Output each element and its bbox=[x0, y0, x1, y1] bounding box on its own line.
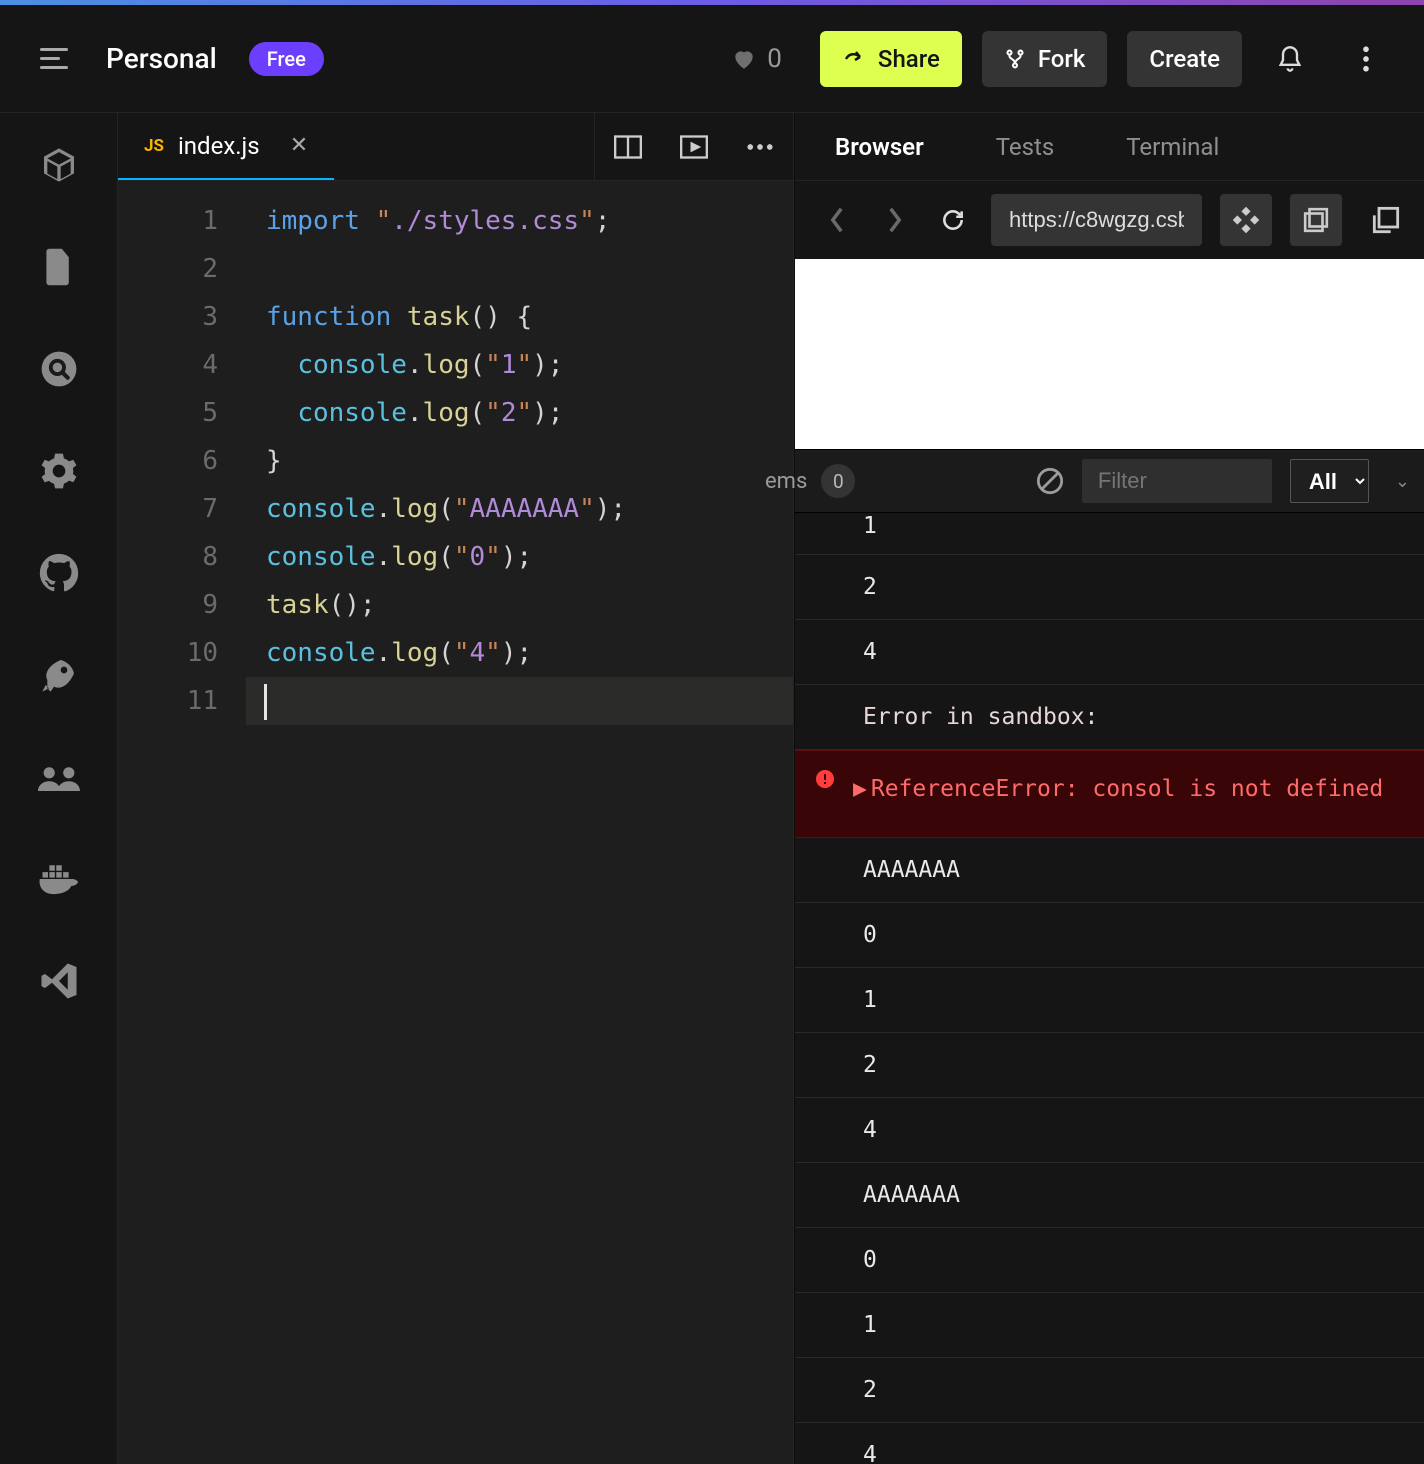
chevron-down-icon[interactable]: ⌄ bbox=[1395, 471, 1410, 492]
tab-terminal[interactable]: Terminal bbox=[1126, 133, 1219, 161]
docker-icon[interactable] bbox=[37, 857, 81, 901]
vscode-icon[interactable] bbox=[37, 959, 81, 1003]
console-log-row[interactable]: 1 bbox=[795, 513, 1424, 555]
app-header: Personal Free 0 Share Fork Create bbox=[0, 5, 1424, 113]
reload-icon bbox=[940, 207, 966, 233]
search-icon[interactable] bbox=[37, 347, 81, 391]
tab-tests[interactable]: Tests bbox=[996, 133, 1055, 161]
browser-forward-button[interactable] bbox=[875, 200, 915, 240]
console-level-select[interactable]: All bbox=[1290, 459, 1369, 503]
fork-icon bbox=[1004, 48, 1026, 70]
diamond-grid-icon bbox=[1233, 207, 1259, 233]
activity-bar bbox=[0, 113, 118, 1464]
chevron-right-icon bbox=[885, 206, 905, 234]
plan-badge[interactable]: Free bbox=[249, 42, 324, 76]
right-panel-tabs: Browser Tests Terminal bbox=[795, 113, 1424, 181]
error-icon bbox=[815, 769, 835, 789]
settings-icon[interactable] bbox=[37, 449, 81, 493]
console-toolbar: ems 0 All ⌄ bbox=[795, 449, 1424, 513]
console-log-row[interactable]: 0 bbox=[795, 1228, 1424, 1293]
fork-button[interactable]: Fork bbox=[982, 31, 1108, 87]
share-arrow-icon bbox=[842, 47, 866, 71]
browser-url-bar bbox=[795, 181, 1424, 259]
code-content[interactable]: import "./styles.css";function task() { … bbox=[246, 181, 793, 1464]
console-output[interactable]: 124Error in sandbox:▶ReferenceError: con… bbox=[795, 513, 1424, 1464]
dots-vertical-icon bbox=[1362, 46, 1370, 72]
bell-icon bbox=[1276, 45, 1304, 73]
console-log-row[interactable]: 4 bbox=[795, 620, 1424, 685]
console-log-row[interactable]: 4 bbox=[795, 1098, 1424, 1163]
file-tab-label: index.js bbox=[178, 132, 260, 160]
console-log-row[interactable]: AAAAAAA bbox=[795, 838, 1424, 903]
dots-horizontal-icon bbox=[747, 143, 773, 151]
code-editor[interactable]: 1234567891011 import "./styles.css";func… bbox=[118, 181, 793, 1464]
console-log-row[interactable]: 2 bbox=[795, 555, 1424, 620]
console-log-row[interactable]: Error in sandbox: bbox=[795, 685, 1424, 750]
github-icon[interactable] bbox=[37, 551, 81, 595]
browser-reload-button[interactable] bbox=[933, 200, 973, 240]
heart-icon bbox=[731, 46, 757, 72]
file-tab-index-js[interactable]: JS index.js ✕ bbox=[118, 113, 334, 180]
codesandbox-button[interactable] bbox=[1220, 194, 1272, 246]
editor-overflow-button[interactable] bbox=[727, 113, 793, 180]
deploy-icon[interactable] bbox=[37, 653, 81, 697]
console-error-row[interactable]: ▶ReferenceError: consol is not defined bbox=[795, 750, 1424, 838]
browser-url-input[interactable] bbox=[991, 194, 1202, 246]
create-button[interactable]: Create bbox=[1127, 31, 1242, 87]
workspace-name[interactable]: Personal bbox=[106, 42, 217, 75]
split-icon bbox=[614, 135, 642, 159]
right-panel: Browser Tests Terminal ems 0 All ⌄ 124 bbox=[794, 113, 1424, 1464]
overflow-button[interactable] bbox=[1338, 31, 1394, 87]
tab-browser[interactable]: Browser bbox=[835, 133, 924, 161]
console-log-row[interactable]: 0 bbox=[795, 903, 1424, 968]
editor-tabbar: JS index.js ✕ bbox=[118, 113, 793, 181]
preview-icon bbox=[680, 135, 708, 159]
likes-counter[interactable]: 0 bbox=[731, 44, 782, 74]
line-number-gutter: 1234567891011 bbox=[118, 181, 246, 1464]
sandbox-icon[interactable] bbox=[37, 143, 81, 187]
console-log-row[interactable]: 1 bbox=[795, 1293, 1424, 1358]
browser-back-button[interactable] bbox=[817, 200, 857, 240]
share-button[interactable]: Share bbox=[820, 31, 962, 87]
js-badge-icon: JS bbox=[144, 136, 164, 156]
close-icon[interactable]: ✕ bbox=[290, 133, 308, 158]
menu-icon[interactable] bbox=[40, 48, 68, 69]
external-icon bbox=[1372, 206, 1400, 234]
problems-count: 0 bbox=[821, 464, 855, 498]
notifications-button[interactable] bbox=[1262, 31, 1318, 87]
no-sign-icon bbox=[1036, 467, 1064, 495]
console-log-row[interactable]: 2 bbox=[795, 1358, 1424, 1423]
open-new-window-button[interactable] bbox=[1290, 194, 1342, 246]
console-log-row[interactable]: 1 bbox=[795, 968, 1424, 1033]
console-filter-input[interactable] bbox=[1082, 459, 1272, 503]
split-editor-button[interactable] bbox=[595, 113, 661, 180]
browser-preview[interactable] bbox=[795, 259, 1424, 449]
open-external-button[interactable] bbox=[1360, 194, 1412, 246]
chevron-left-icon bbox=[827, 206, 847, 234]
editor-panel: JS index.js ✕ 1234567891011 import "./st… bbox=[118, 113, 794, 1464]
console-log-row[interactable]: 4 bbox=[795, 1423, 1424, 1464]
console-log-row[interactable]: 2 bbox=[795, 1033, 1424, 1098]
editor-tabbar-actions bbox=[594, 113, 793, 180]
clear-console-button[interactable] bbox=[1036, 467, 1064, 495]
likes-count: 0 bbox=[767, 44, 782, 74]
console-log-row[interactable]: AAAAAAA bbox=[795, 1163, 1424, 1228]
windows-icon bbox=[1303, 207, 1329, 233]
explorer-icon[interactable] bbox=[37, 245, 81, 289]
preview-toggle-button[interactable] bbox=[661, 113, 727, 180]
live-icon[interactable] bbox=[37, 755, 81, 799]
